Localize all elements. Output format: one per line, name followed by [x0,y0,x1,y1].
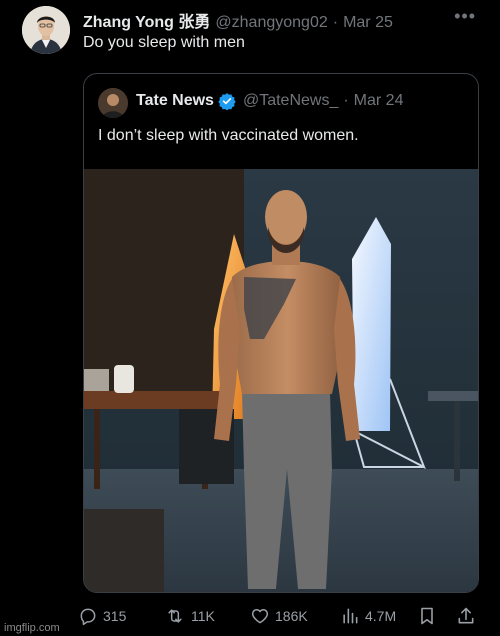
reply-button[interactable]: 315 [78,606,126,626]
views-count: 4.7M [365,608,397,624]
post-header: Zhang Yong 张勇 @zhangyong02 · Mar 25 [83,8,480,32]
more-options-icon[interactable]: ••• [454,6,476,27]
repost-icon [168,609,182,623]
post-text: Do you sleep with men [83,34,245,51]
author-name[interactable]: Zhang Yong 张勇 [83,8,210,32]
quote-photo[interactable] [84,169,478,592]
repost-count: 11K [191,608,215,624]
quote-text: I don’t sleep with vaccinated women. [98,127,359,144]
like-button[interactable]: 186K [250,606,308,626]
post: Zhang Yong 张勇 @zhangyong02 · Mar 25 ••• … [0,0,500,636]
separator-dot: · [332,14,339,31]
repost-button[interactable]: 11K [164,606,215,626]
verified-badge-icon [218,93,236,110]
quote-header: Tate News @TateNews_ · Mar 24 [136,92,403,110]
like-count: 186K [275,608,308,624]
reply-icon [80,608,96,626]
action-bar: 315 11K 186K 4.7M [78,606,478,632]
quote-date[interactable]: Mar 24 [354,92,404,110]
quote-separator-dot: · [343,92,349,109]
reply-count: 315 [103,608,127,624]
views-bar-icon [343,608,358,624]
quote-author-name[interactable]: Tate News [136,92,214,110]
post-date[interactable]: Mar 25 [343,14,393,32]
views-button[interactable]: 4.7M [340,606,396,626]
bookmark-icon [421,607,433,625]
quote-author-handle[interactable]: @TateNews_ [243,92,338,110]
share-button[interactable] [456,606,476,626]
quote-author-avatar[interactable] [98,88,128,118]
quoted-post[interactable]: Tate News @TateNews_ · Mar 24 I don’t sl… [83,73,479,593]
bookmark-button[interactable] [417,606,437,626]
author-avatar[interactable] [22,6,70,54]
share-icon [458,607,474,624]
author-handle[interactable]: @zhangyong02 [215,14,327,32]
heart-icon [251,609,269,624]
imgflip-watermark: imgflip.com [4,622,60,634]
